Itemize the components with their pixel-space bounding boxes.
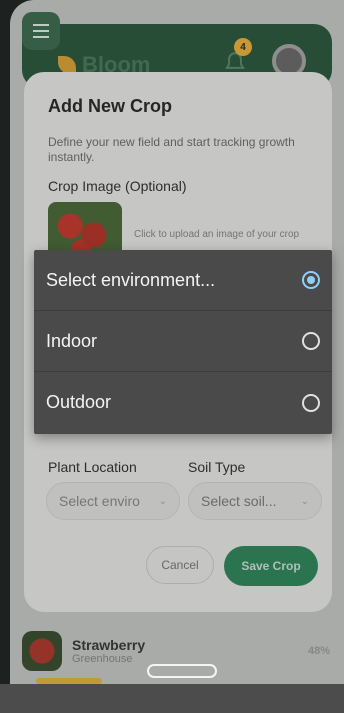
environment-dropdown-menu: Select environment... Indoor Outdoor: [34, 250, 332, 434]
radio-icon: [302, 332, 320, 350]
radio-icon: [302, 271, 320, 289]
home-gesture-pill[interactable]: [147, 664, 217, 678]
system-nav-bar: [0, 684, 344, 713]
option-label: Outdoor: [46, 392, 112, 412]
radio-icon: [302, 393, 320, 412]
option-label: Indoor: [46, 330, 98, 351]
option-indoor[interactable]: Indoor: [34, 311, 332, 372]
option-outdoor[interactable]: Outdoor: [34, 372, 332, 433]
option-select-environment[interactable]: Select environment...: [34, 250, 332, 311]
option-label: Select environment...: [46, 269, 216, 290]
